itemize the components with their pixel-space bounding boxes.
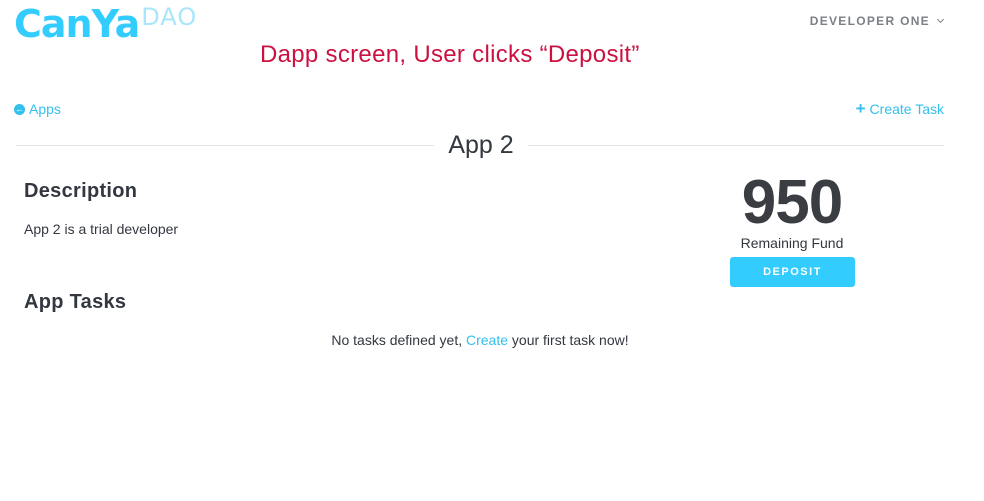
logo-suffix: DAO [141, 3, 198, 31]
back-to-apps-link[interactable]: ← Apps [14, 101, 61, 117]
canya-dao-logo[interactable]: CanYa DAO [14, 2, 197, 46]
app-tasks-heading: App Tasks [24, 291, 127, 313]
empty-message-suffix: your first task now! [508, 332, 629, 348]
back-link-label: Apps [29, 101, 61, 117]
empty-tasks-message: No tasks defined yet, Create your first … [0, 332, 960, 348]
description-text: App 2 is a trial developer [24, 221, 179, 237]
plus-icon: + [855, 99, 866, 118]
remaining-fund-value: 950 [741, 168, 843, 237]
create-task-link[interactable]: + Create Task [855, 99, 944, 118]
remaining-fund-panel: 950 Remaining Fund [722, 168, 862, 252]
user-name: DEVELOPER ONE [809, 14, 930, 28]
deposit-button[interactable]: DEPOSIT [730, 257, 855, 287]
annotation-caption: Dapp screen, User clicks “Deposit” [260, 41, 640, 68]
logo-wordmark: CanYa [14, 2, 140, 46]
description-heading: Description [24, 180, 138, 202]
empty-message-prefix: No tasks defined yet, [331, 332, 466, 348]
create-task-label: Create Task [869, 101, 944, 117]
create-task-inline-link[interactable]: Create [466, 332, 508, 348]
chevron-down-icon [936, 15, 945, 24]
user-menu[interactable]: DEVELOPER ONE [809, 14, 945, 28]
remaining-fund-label: Remaining Fund [740, 235, 844, 251]
page-title: App 2 [434, 128, 528, 162]
arrow-circle-left-icon: ← [14, 103, 25, 115]
